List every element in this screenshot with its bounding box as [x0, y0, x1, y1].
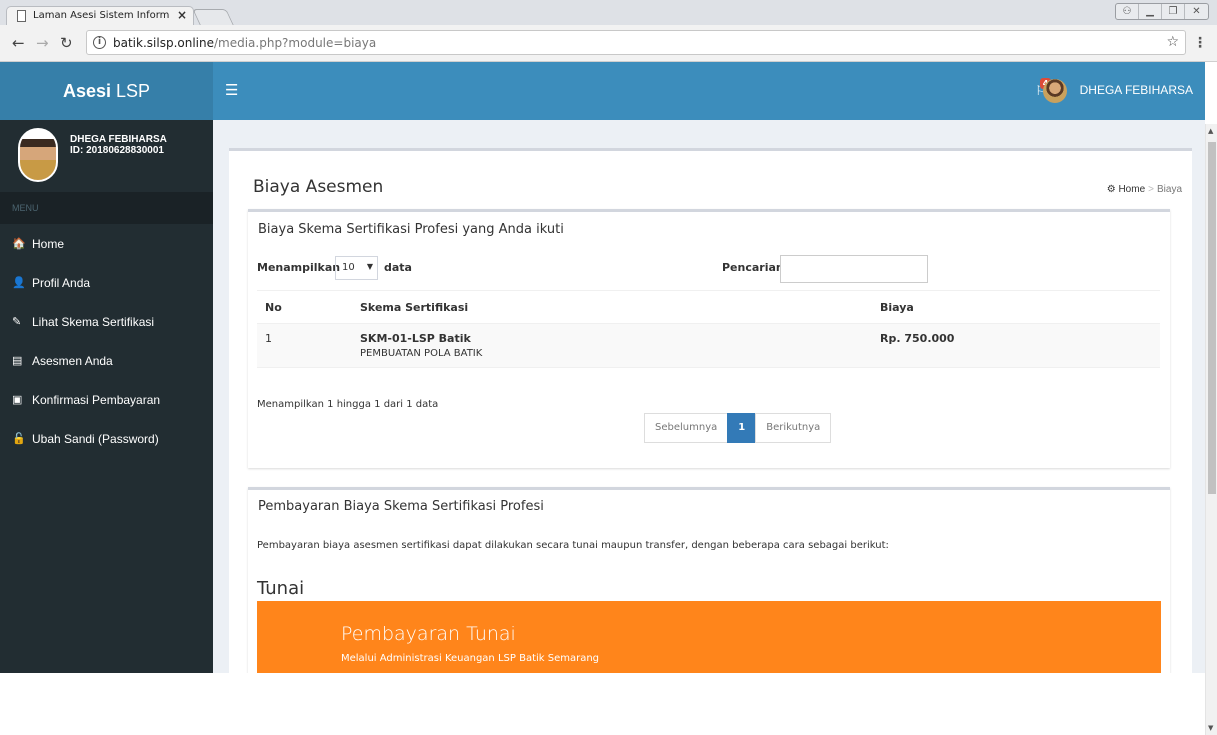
url-host: batik.silsp.online [113, 36, 214, 50]
section-heading: Tunai [257, 578, 305, 599]
sidebar-item-label: Lihat Skema Sertifikasi [32, 314, 155, 329]
scrollbar[interactable]: ▲ ▼ [1205, 124, 1217, 735]
sidebar-menu: 🏠 Home 👤 Profil Anda ✎ Lihat Skema Sertifik… [0, 224, 213, 458]
sidebar-item-label: Ubah Sandi (Password) [32, 431, 159, 446]
user-menu-name[interactable]: DHEGA FEBIHARSA [1080, 83, 1193, 97]
logo-bold: Asesi [62, 81, 111, 101]
payment-description: Pembayaran biaya asesmen sertifikasi dap… [257, 540, 889, 551]
top-navbar: ☰ ⚐ 4 DHEGA FEBIHARSA [213, 62, 1205, 120]
browser-menu-icon[interactable]: ⋮ [1193, 35, 1207, 51]
table-row: 1 SKM-01-LSP Batik PEMBUATAN POLA BATIK … [257, 323, 1160, 368]
dashboard-icon: ⚙ [1106, 184, 1116, 195]
sidebar-user-id: ID: 20180628830001 [70, 145, 164, 156]
sidebar-item-label: Profil Anda [32, 275, 91, 290]
sidebar-item-skema[interactable]: ✎ Lihat Skema Sertifikasi [0, 302, 213, 341]
document-icon: ▤ [12, 355, 23, 367]
biaya-table-box: Biaya Skema Sertifikasi Profesi yang And… [248, 209, 1170, 468]
window-controls: ⚇ ▁ ❐ ✕ [1115, 3, 1209, 20]
breadcrumb-separator: > [1148, 184, 1154, 195]
tab-close-icon[interactable]: × [177, 8, 187, 22]
sidebar-item-label: Konfirmasi Pembayaran [32, 392, 161, 407]
page-size-value: 10 [342, 262, 355, 273]
page-icon [17, 10, 26, 22]
prev-button[interactable]: Sebelumnya [644, 413, 729, 443]
sidebar: DHEGA FEBIHARSA ID: 20180628830001 MENU … [0, 120, 213, 673]
tunai-card: Pembayaran Tunai Melalui Administrasi Ke… [257, 601, 1161, 673]
user-icon: 👤 [12, 277, 26, 289]
skema-code: SKM-01-LSP Batik [360, 332, 471, 345]
cell-no: 1 [257, 323, 352, 368]
table-header-row: No Skema Sertifikasi Biaya [257, 290, 1160, 324]
forward-icon[interactable]: → [36, 34, 49, 52]
main-box: Biaya Asesmen ⚙ Home > Biaya Biaya Skema S… [229, 148, 1192, 673]
scrollbar-thumb[interactable] [1208, 142, 1216, 494]
user-photo [18, 128, 58, 182]
tab-title: Laman Asesi Sistem Inform [33, 10, 170, 21]
user-panel: DHEGA FEBIHARSA ID: 20180628830001 [0, 120, 213, 190]
close-window-icon[interactable]: ✕ [1185, 4, 1208, 19]
cell-biaya: Rp. 750.000 [872, 323, 1160, 368]
scroll-down-icon[interactable]: ▼ [1208, 724, 1213, 732]
back-icon[interactable]: ← [12, 34, 25, 52]
maximize-icon[interactable]: ❐ [1162, 4, 1185, 19]
sidebar-user-name: DHEGA FEBIHARSA [70, 134, 167, 145]
money-icon: ▣ [12, 394, 23, 406]
table-info: Menampilkan 1 hingga 1 dari 1 data [257, 399, 439, 410]
payment-title: Pembayaran Biaya Skema Sertifikasi Profe… [258, 499, 544, 514]
cell-skema: SKM-01-LSP Batik PEMBUATAN POLA BATIK [352, 323, 872, 368]
url-text[interactable]: batik.silsp.online/media.php?module=biay… [113, 36, 376, 50]
browser-tab[interactable]: Laman Asesi Sistem Inform × [6, 6, 194, 26]
sidebar-item-label: Home [32, 236, 65, 251]
new-tab-button[interactable] [192, 9, 234, 25]
url-path: /media.php?module=biaya [213, 36, 377, 50]
column-header-biaya[interactable]: Biaya [872, 290, 1160, 324]
app: Asesi LSP ☰ ⚐ 4 DHEGA FEBIHARSA DHEGA FE… [0, 62, 1217, 735]
sidebar-item-profil[interactable]: 👤 Profil Anda [0, 263, 213, 302]
next-button[interactable]: Berikutnya [755, 413, 832, 443]
browser-toolbar: ← → ↻ i batik.silsp.online/media.php?mod… [0, 25, 1217, 62]
sidebar-item-password[interactable]: 🔓 Ubah Sandi (Password) [0, 419, 213, 458]
column-header-no[interactable]: No [257, 290, 352, 324]
browser-titlebar: Laman Asesi Sistem Inform × ⚇ ▁ ❐ ✕ [0, 0, 1217, 26]
unlock-icon: 🔓 [12, 433, 26, 445]
box-title: Biaya Skema Sertifikasi Profesi yang And… [258, 222, 564, 237]
app-logo[interactable]: Asesi LSP [0, 62, 213, 120]
address-bar[interactable]: i batik.silsp.online/media.php?module=bi… [86, 30, 1186, 55]
logo-rest: LSP [111, 81, 151, 101]
payment-box: Pembayaran Biaya Skema Sertifikasi Profe… [248, 487, 1170, 673]
menu-header: MENU [0, 192, 213, 224]
chevron-down-icon: ▼ [366, 262, 373, 271]
page-size-select[interactable]: 10 ▼ [335, 256, 378, 280]
search-input[interactable] [780, 255, 928, 283]
breadcrumb-current: Biaya [1156, 184, 1182, 195]
reload-icon[interactable]: ↻ [60, 34, 73, 52]
profile-icon[interactable]: ⚇ [1116, 4, 1139, 19]
search-label: Pencarian: [722, 261, 789, 274]
pagination: Sebelumnya 1 Berikutnya [644, 413, 832, 443]
scroll-up-icon[interactable]: ▲ [1208, 127, 1213, 135]
sidebar-item-home[interactable]: 🏠 Home [0, 224, 213, 263]
skema-name: PEMBUATAN POLA BATIK [360, 348, 483, 359]
sidebar-item-konfirmasi[interactable]: ▣ Konfirmasi Pembayaran [0, 380, 213, 419]
content-area: Biaya Asesmen ⚙ Home > Biaya Biaya Skema S… [213, 120, 1205, 673]
info-icon[interactable]: i [93, 36, 106, 49]
sidebar-toggle-icon[interactable]: ☰ [225, 81, 238, 99]
card-subtitle: Melalui Administrasi Keuangan LSP Batik … [341, 653, 600, 664]
minimize-icon[interactable]: ▁ [1139, 4, 1162, 19]
sidebar-item-asesmen[interactable]: ▤ Asesmen Anda [0, 341, 213, 380]
page-title: Biaya Asesmen [253, 177, 384, 197]
length-label: Menampilkan [257, 261, 341, 274]
avatar[interactable] [1043, 79, 1067, 103]
page-1-button[interactable]: 1 [727, 413, 757, 443]
sidebar-item-label: Asesmen Anda [32, 353, 113, 368]
length-suffix: data [384, 261, 412, 274]
breadcrumb: ⚙ Home > Biaya [1107, 184, 1182, 195]
card-title: Pembayaran Tunai [341, 623, 516, 645]
edit-icon: ✎ [12, 316, 22, 328]
column-header-skema[interactable]: Skema Sertifikasi [352, 290, 872, 324]
bookmark-star-icon[interactable]: ☆ [1166, 34, 1179, 50]
breadcrumb-home[interactable]: Home [1118, 184, 1145, 195]
biaya-table: No Skema Sertifikasi Biaya 1 SKM-01-LSP … [257, 290, 1160, 368]
home-icon: 🏠 [12, 238, 26, 250]
